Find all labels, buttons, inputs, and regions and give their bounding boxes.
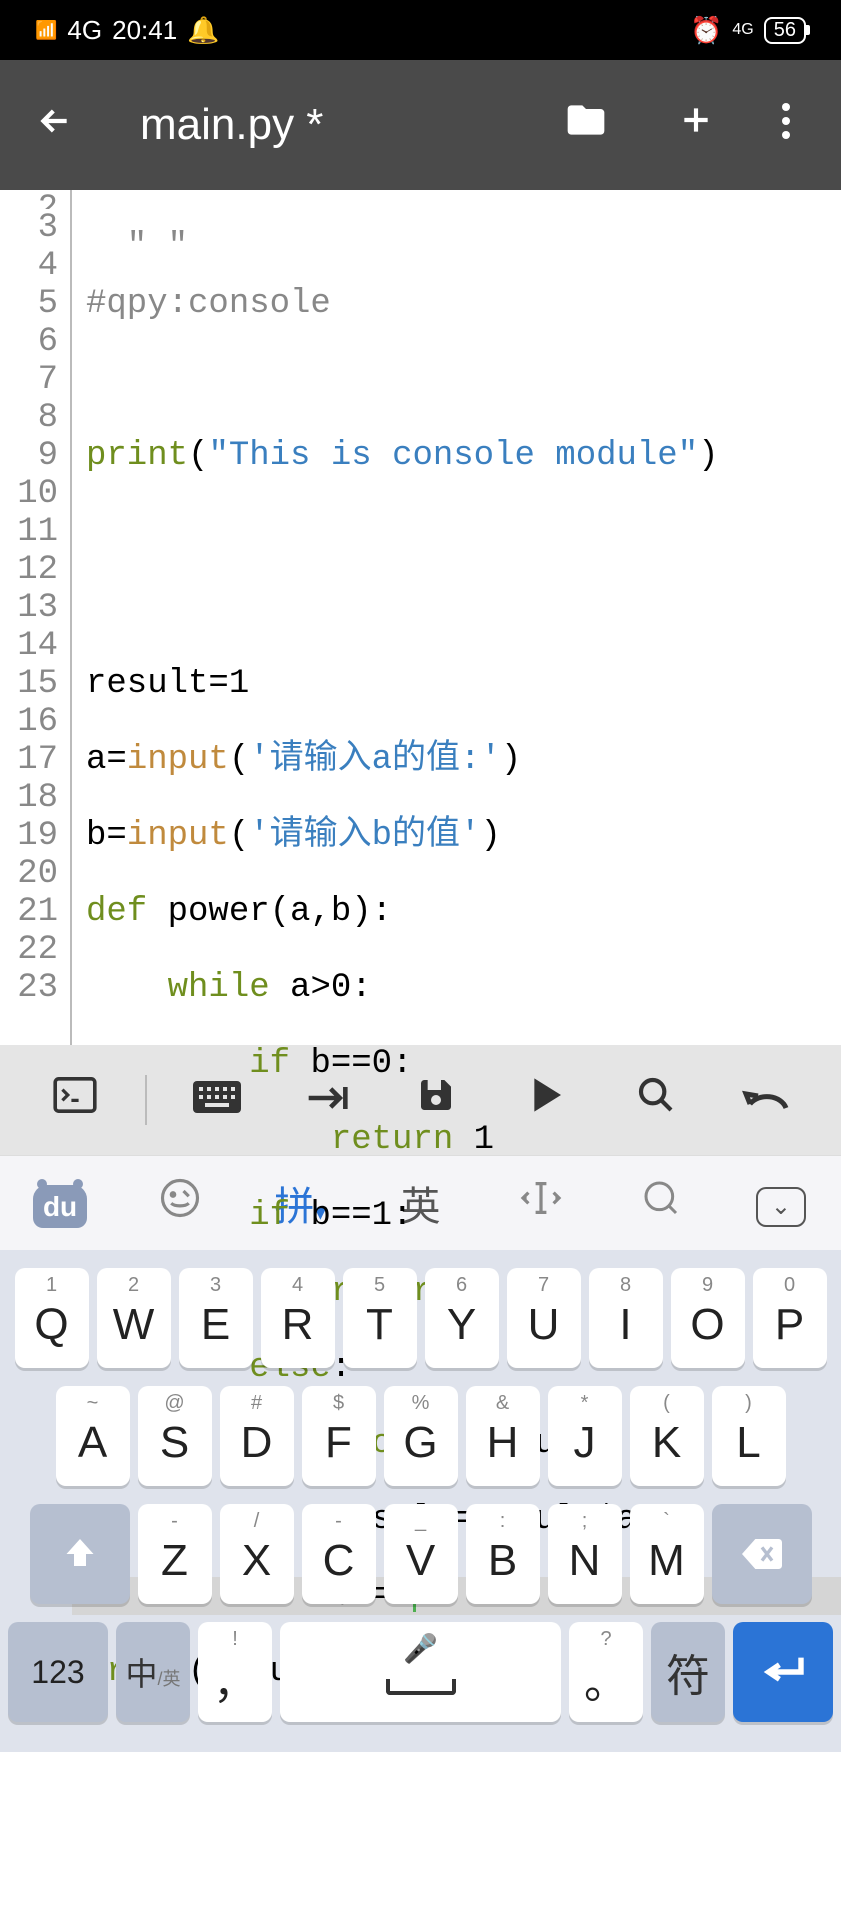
enter-key[interactable] — [733, 1622, 833, 1722]
code-line-6 — [86, 513, 841, 551]
code-line-22 — [86, 1729, 841, 1767]
code-line-13: if b==0: — [86, 1045, 841, 1083]
add-button[interactable] — [641, 100, 751, 151]
key-r[interactable]: 4R — [261, 1268, 335, 1368]
key-z[interactable]: -Z — [138, 1504, 212, 1604]
code-content[interactable]: " " #qpy:console print("This is console … — [72, 190, 841, 1045]
code-line-2: " " — [86, 228, 188, 247]
signal-icon: 📶 — [35, 21, 57, 39]
status-time: 20:41 — [112, 15, 177, 46]
key-o[interactable]: 9O — [671, 1268, 745, 1368]
backspace-key[interactable] — [712, 1504, 812, 1604]
code-line-12: while a>0: — [86, 969, 841, 1007]
key-v[interactable]: _V — [384, 1504, 458, 1604]
alarm-icon: ⏰ — [690, 15, 722, 46]
num-key[interactable]: 123 — [8, 1622, 108, 1722]
code-line-11: def power(a,b): — [86, 893, 841, 931]
key-u[interactable]: 7U — [507, 1268, 581, 1368]
key-b[interactable]: :B — [466, 1504, 540, 1604]
key-f[interactable]: $F — [302, 1386, 376, 1486]
key-d[interactable]: #D — [220, 1386, 294, 1486]
code-line-14: return 1 — [86, 1121, 841, 1159]
network-type: 4G — [67, 15, 102, 46]
status-right: ⏰ 4G 56 — [690, 15, 806, 46]
comma-key[interactable]: ! ， — [198, 1622, 272, 1722]
line-gutter: 2 345678910 11121314151617 181920212223 — [0, 190, 72, 1045]
code-line-9: a=input('请输入a的值:') — [86, 741, 841, 779]
battery-indicator: 56 — [764, 17, 806, 44]
key-k[interactable]: (K — [630, 1386, 704, 1486]
key-e[interactable]: 3E — [179, 1268, 253, 1368]
key-y[interactable]: 6Y — [425, 1268, 499, 1368]
code-editor[interactable]: 2 345678910 11121314151617 181920212223 … — [0, 190, 841, 1045]
code-line-4 — [86, 361, 841, 399]
key-n[interactable]: ;N — [548, 1504, 622, 1604]
key-c[interactable]: -C — [302, 1504, 376, 1604]
shift-key[interactable] — [30, 1504, 130, 1604]
code-line-8: result=1 — [86, 665, 841, 703]
key-l[interactable]: )L — [712, 1386, 786, 1486]
space-key[interactable]: 🎤 — [280, 1622, 561, 1722]
key-i[interactable]: 8I — [589, 1268, 663, 1368]
lang-key[interactable]: 中/英 — [116, 1622, 190, 1722]
key-h[interactable]: &H — [466, 1386, 540, 1486]
key-j[interactable]: *J — [548, 1386, 622, 1486]
key-s[interactable]: @S — [138, 1386, 212, 1486]
key-t[interactable]: 5T — [343, 1268, 417, 1368]
code-line-3: #qpy:console — [86, 285, 331, 323]
file-title: main.py * — [90, 100, 531, 150]
symbol-key[interactable]: 符 — [651, 1622, 725, 1722]
status-left: 📶 4G 20:41 🔔 — [35, 15, 220, 46]
kb-row-4: 123 中/英 ! ， 🎤 ? 。 符 — [8, 1622, 833, 1722]
key-p[interactable]: 0P — [753, 1268, 827, 1368]
code-line-5: print("This is console module") — [86, 437, 841, 475]
key-x[interactable]: /X — [220, 1504, 294, 1604]
data-icon: 4G — [732, 22, 753, 38]
back-button[interactable] — [20, 98, 90, 153]
notification-icon: 🔔 — [187, 15, 219, 46]
period-key[interactable]: ? 。 — [569, 1622, 643, 1722]
code-line-23 — [86, 1805, 841, 1843]
code-line-15: if b==1: — [86, 1197, 841, 1235]
folder-button[interactable] — [531, 98, 641, 153]
more-button[interactable] — [751, 103, 821, 148]
code-line-7 — [86, 589, 841, 627]
key-q[interactable]: 1Q — [15, 1268, 89, 1368]
status-bar: 📶 4G 20:41 🔔 ⏰ 4G 56 — [0, 0, 841, 60]
mic-icon: 🎤 — [403, 1632, 438, 1665]
key-a[interactable]: ~A — [56, 1386, 130, 1486]
key-m[interactable]: `M — [630, 1504, 704, 1604]
code-line-10: b=input('请输入b的值') — [86, 817, 841, 855]
key-g[interactable]: %G — [384, 1386, 458, 1486]
key-w[interactable]: 2W — [97, 1268, 171, 1368]
app-bar: main.py * — [0, 60, 841, 190]
